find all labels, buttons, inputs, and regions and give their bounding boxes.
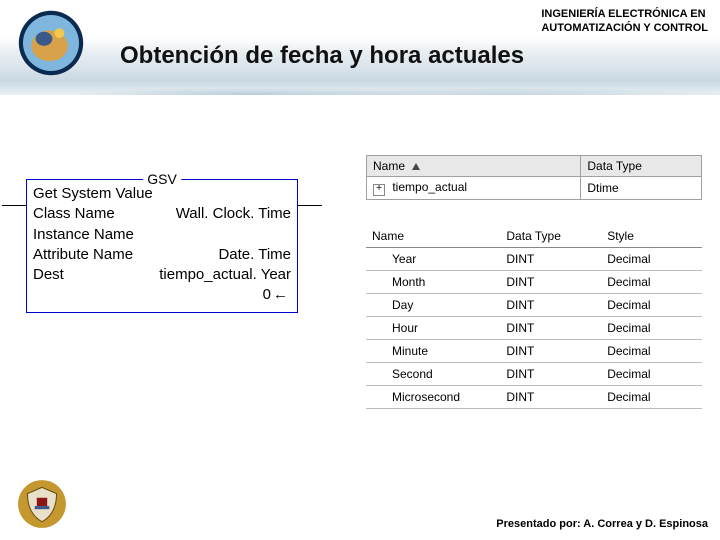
member-name: Second xyxy=(366,363,500,386)
member-style: Decimal xyxy=(601,317,702,340)
member-dtype: DINT xyxy=(500,386,601,409)
member-name: Day xyxy=(366,294,500,317)
members-table: Name Data Type Style YearDINTDecimal Mon… xyxy=(366,225,702,409)
dest-initial-value: 0 xyxy=(263,286,271,303)
member-name: Microsecond xyxy=(366,386,500,409)
member-style: Decimal xyxy=(601,363,702,386)
member-name: Year xyxy=(366,248,500,271)
table-row: + tiempo_actual Dtime xyxy=(367,177,702,200)
member-style: Decimal xyxy=(601,340,702,363)
slide-footer: Presentado por: A. Correa y D. Espinosa xyxy=(496,518,708,530)
tag-col-name: Name xyxy=(367,156,581,177)
member-dtype: DINT xyxy=(500,294,601,317)
dept-line2: AUTOMATIZACIÓN Y CONTROL xyxy=(541,22,708,36)
tag-name: tiempo_actual xyxy=(392,180,467,194)
department-label: INGENIERÍA ELECTRÓNICA EN AUTOMATIZACIÓN… xyxy=(541,8,708,36)
left-arrow-icon: ← xyxy=(273,286,288,303)
member-dtype: DINT xyxy=(500,248,601,271)
class-name-label: Class Name xyxy=(33,204,115,224)
class-name-value: Wall. Clock. Time xyxy=(176,204,291,224)
attribute-name-value: Date. Time xyxy=(218,245,291,265)
dest-label: Dest xyxy=(33,265,77,285)
table-row: MinuteDINTDecimal xyxy=(366,340,702,363)
gsv-box: GSV Get System Value Class Name Wall. Cl… xyxy=(26,179,298,313)
table-row: HourDINTDecimal xyxy=(366,317,702,340)
tag-dtype: Dtime xyxy=(581,177,702,200)
rung-wire-left xyxy=(2,205,26,206)
table-row: MonthDINTDecimal xyxy=(366,271,702,294)
members-col-style: Style xyxy=(601,225,702,248)
sort-asc-icon xyxy=(412,163,420,170)
member-name: Minute xyxy=(366,340,500,363)
gsv-instruction-block: GSV Get System Value Class Name Wall. Cl… xyxy=(26,179,298,313)
shield-logo-icon xyxy=(16,478,68,530)
tag-col-dtype: Data Type xyxy=(581,156,702,177)
table-row: YearDINTDecimal xyxy=(366,248,702,271)
member-name: Month xyxy=(366,271,500,294)
member-dtype: DINT xyxy=(500,340,601,363)
member-dtype: DINT xyxy=(500,363,601,386)
gsv-legend: GSV xyxy=(143,170,181,189)
table-row: SecondDINTDecimal xyxy=(366,363,702,386)
members-col-name: Name xyxy=(366,225,500,248)
page-title: Obtención de fecha y hora actuales xyxy=(120,42,524,70)
tag-table: Name Data Type + tiempo_actual Dtime xyxy=(366,155,702,200)
attribute-name-label: Attribute Name xyxy=(33,245,133,265)
slide-header: INGENIERÍA ELECTRÓNICA EN AUTOMATIZACIÓN… xyxy=(0,0,720,95)
tag-col-name-label: Name xyxy=(373,159,405,173)
dest-value: tiempo_actual. Year xyxy=(77,265,291,285)
rung-wire-right xyxy=(298,205,322,206)
table-row: MicrosecondDINTDecimal xyxy=(366,386,702,409)
members-col-dtype: Data Type xyxy=(500,225,601,248)
member-name: Hour xyxy=(366,317,500,340)
member-style: Decimal xyxy=(601,248,702,271)
table-row: DayDINTDecimal xyxy=(366,294,702,317)
slide-content: GSV Get System Value Class Name Wall. Cl… xyxy=(0,95,720,495)
dept-line1: INGENIERÍA ELECTRÓNICA EN xyxy=(541,8,708,22)
institution-logo-icon xyxy=(16,8,86,78)
member-style: Decimal xyxy=(601,386,702,409)
instance-name-label: Instance Name xyxy=(33,225,134,245)
expand-icon[interactable]: + xyxy=(373,184,385,196)
member-dtype: DINT xyxy=(500,317,601,340)
member-style: Decimal xyxy=(601,271,702,294)
member-style: Decimal xyxy=(601,294,702,317)
member-dtype: DINT xyxy=(500,271,601,294)
